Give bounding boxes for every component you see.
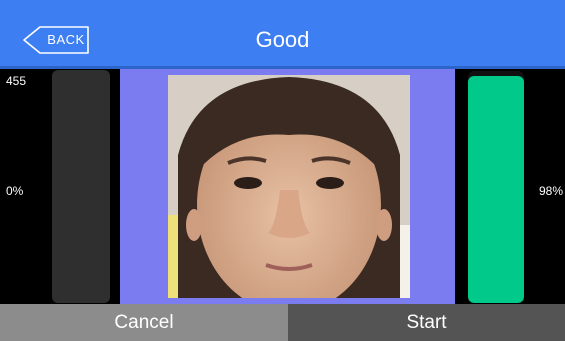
page-title: Good <box>255 27 310 52</box>
right-meter-percent: 98% <box>539 184 564 198</box>
left-meter-value: 455 <box>6 74 27 88</box>
right-progress-fill <box>468 75 524 303</box>
left-progress-meter <box>52 70 110 303</box>
left-meter-percent: 0% <box>6 184 24 198</box>
right-progress-meter <box>468 71 524 303</box>
face-image <box>168 75 410 298</box>
start-button[interactable]: Start <box>288 304 565 341</box>
cancel-button[interactable]: Cancel <box>0 304 288 341</box>
